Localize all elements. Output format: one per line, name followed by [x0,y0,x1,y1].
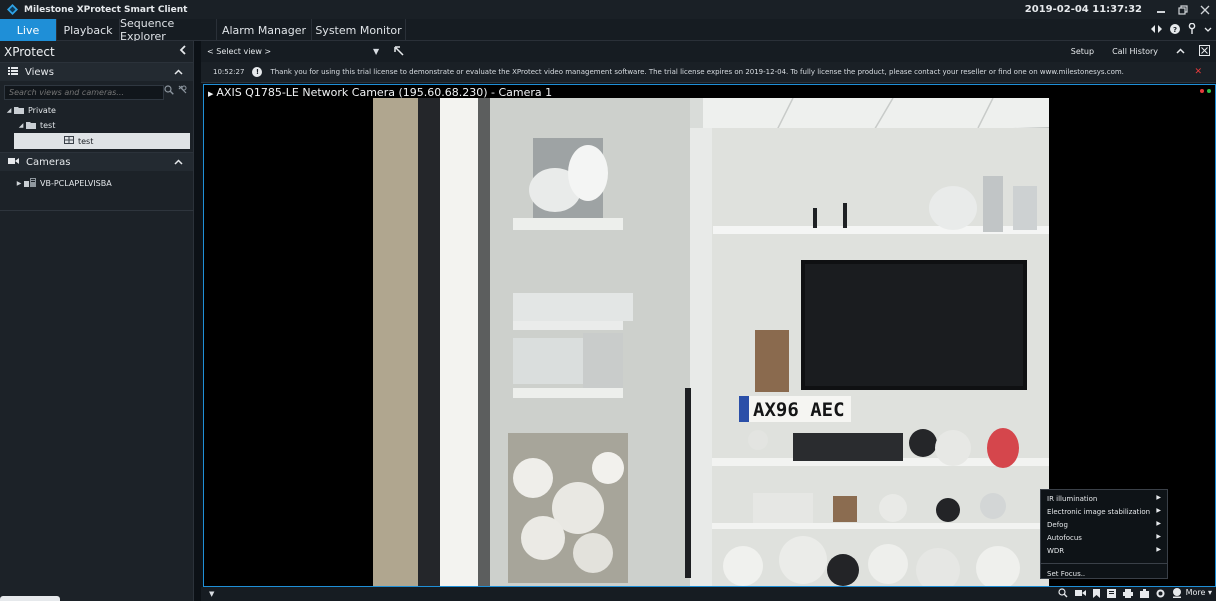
snapshot-icon[interactable] [1140,588,1149,601]
menu-item-label: Electronic image stabilization [1047,507,1151,516]
fullscreen-icon[interactable] [1199,44,1210,59]
dropdown-caret-icon[interactable]: ▼ [373,47,379,56]
tree-item-test-group[interactable]: ◢ test [0,118,193,133]
views-panel-header[interactable]: Views [0,62,193,81]
datetime: 2019-02-04 11:37:32 [1024,4,1142,15]
close-button[interactable] [1194,0,1216,19]
chevron-down-icon[interactable]: ▼ [209,590,214,598]
alert-icon[interactable] [1172,588,1182,601]
more-label: More [1185,588,1206,597]
video-feed[interactable]: AX96 AEC [373,98,1049,586]
key-icon[interactable] [1188,22,1196,37]
collapsed-arrow-icon[interactable]: ▶ [14,180,24,187]
menu-item-wdr[interactable]: WDR ▶ [1041,544,1167,557]
cameras-label: Cameras [26,156,71,168]
close-icon[interactable]: ✕ [1194,67,1202,77]
views-label: Views [25,66,54,78]
tree-item-test-view[interactable]: test [14,133,190,149]
grid-icon [8,66,18,78]
folder-icon [26,121,36,131]
info-time: 10:52:27 [213,68,245,76]
camera-icon [8,157,19,168]
minimize-button[interactable] [1150,0,1172,19]
tab-sequence-explorer[interactable]: Sequence Explorer [120,17,217,43]
submenu-arrow-icon: ▶ [1156,520,1161,527]
sidebar-title: XProtect [4,44,55,59]
sidebar-divider [0,210,194,211]
view-layout-icon [64,136,74,146]
menu-item-label: Autofocus [1047,533,1082,542]
more-button[interactable]: More ▾ [1186,588,1212,597]
chevron-up-icon[interactable] [174,155,183,168]
help-icon[interactable]: ? [1170,23,1180,37]
submenu-arrow-icon: ▶ [1156,533,1161,540]
menu-item-electronic-image-stabilization[interactable]: Electronic image stabilization ▶ [1041,505,1167,518]
server-icon [24,178,36,189]
tab-live[interactable]: Live [0,19,57,41]
app-title: Milestone XProtect Smart Client [24,4,188,15]
chevron-down-icon[interactable] [1204,25,1212,36]
cameras-panel-header[interactable]: Cameras [0,152,193,171]
camera-status [1200,89,1211,93]
ptz-context-menu: IR illumination ▶ Electronic image stabil… [1040,489,1168,579]
select-view-label: < Select view > [207,47,272,56]
menu-item-label: IR illumination [1047,494,1098,503]
bookmark-icon[interactable] [1093,588,1100,601]
tree-label: Private [28,106,56,115]
call-history-button[interactable]: Call History [1112,47,1158,56]
search-icon[interactable] [164,85,174,98]
folder-icon [14,106,24,116]
menu-separator [1041,563,1167,564]
view-toolbar: < Select view > ▼ Setup Call History [201,41,1216,62]
expanded-arrow-icon[interactable]: ◢ [16,122,26,129]
camera-toolbar: ▼ More ▾ [201,587,1216,601]
tree-item-server[interactable]: ▶ VB-PCLAPELVISBA [0,176,193,191]
submenu-arrow-icon: ▶ [1156,507,1161,514]
record-icon[interactable] [1156,589,1165,601]
scroll-handle[interactable] [0,596,60,601]
info-message: Thank you for using this trial license t… [270,68,1124,76]
menu-item-defog[interactable]: Defog ▶ [1041,518,1167,531]
recording-indicator-icon [1200,89,1204,93]
setup-button[interactable]: Setup [1071,47,1094,56]
menu-item-ir-illumination[interactable]: IR illumination ▶ [1041,492,1167,505]
menu-item-set-focus[interactable]: Set Focus.. [1041,567,1167,580]
search-input[interactable] [4,84,164,100]
menu-item-autofocus[interactable]: Autofocus ▶ [1041,531,1167,544]
svg-text:?: ? [1173,26,1177,34]
expanded-arrow-icon[interactable]: ◢ [4,107,14,114]
tree-label: VB-PCLAPELVISBA [40,179,112,188]
license-plate-text: AX96 AEC [753,399,845,421]
main-tabs: Live Playback Sequence Explorer Alarm Ma… [0,17,1216,43]
menu-item-label: Defog [1047,520,1068,529]
collapse-sidebar-icon[interactable] [179,44,187,59]
tree-label: test [78,136,94,146]
live-indicator-icon [1207,89,1211,93]
submenu-arrow-icon: ▶ [1156,546,1161,553]
menu-item-label: WDR [1047,546,1065,555]
sidebar: XProtect Views ◢ Private ◢ [0,41,194,601]
video-frame-image: AX96 AEC [373,98,1049,586]
arrows-icon[interactable] [1151,24,1162,36]
triangle-icon: ▶ [208,90,214,98]
print-icon[interactable] [1123,588,1133,601]
submenu-arrow-icon: ▶ [1156,494,1161,501]
tab-system-monitor[interactable]: System Monitor [312,19,406,41]
filter-icon[interactable] [178,85,187,98]
milestone-logo-icon [6,4,18,16]
tab-alarm-manager[interactable]: Alarm Manager [217,19,312,41]
export-icon[interactable] [1107,588,1116,601]
video-camera-icon[interactable] [1075,589,1086,600]
zoom-icon[interactable] [1058,588,1068,601]
restore-button[interactable] [1172,0,1194,19]
info-icon: ! [252,67,263,77]
select-view-dropdown[interactable]: < Select view > ▼ [207,47,379,56]
chevron-up-icon[interactable] [174,65,183,78]
tree-label: test [40,121,56,130]
tree-item-private[interactable]: ◢ Private [0,103,193,118]
setup-view-icon[interactable] [393,45,405,60]
chevron-up-icon[interactable] [1176,46,1185,57]
tab-playback[interactable]: Playback [57,19,120,41]
license-info-bar: 10:52:27 ! Thank you for using this tria… [201,62,1216,83]
